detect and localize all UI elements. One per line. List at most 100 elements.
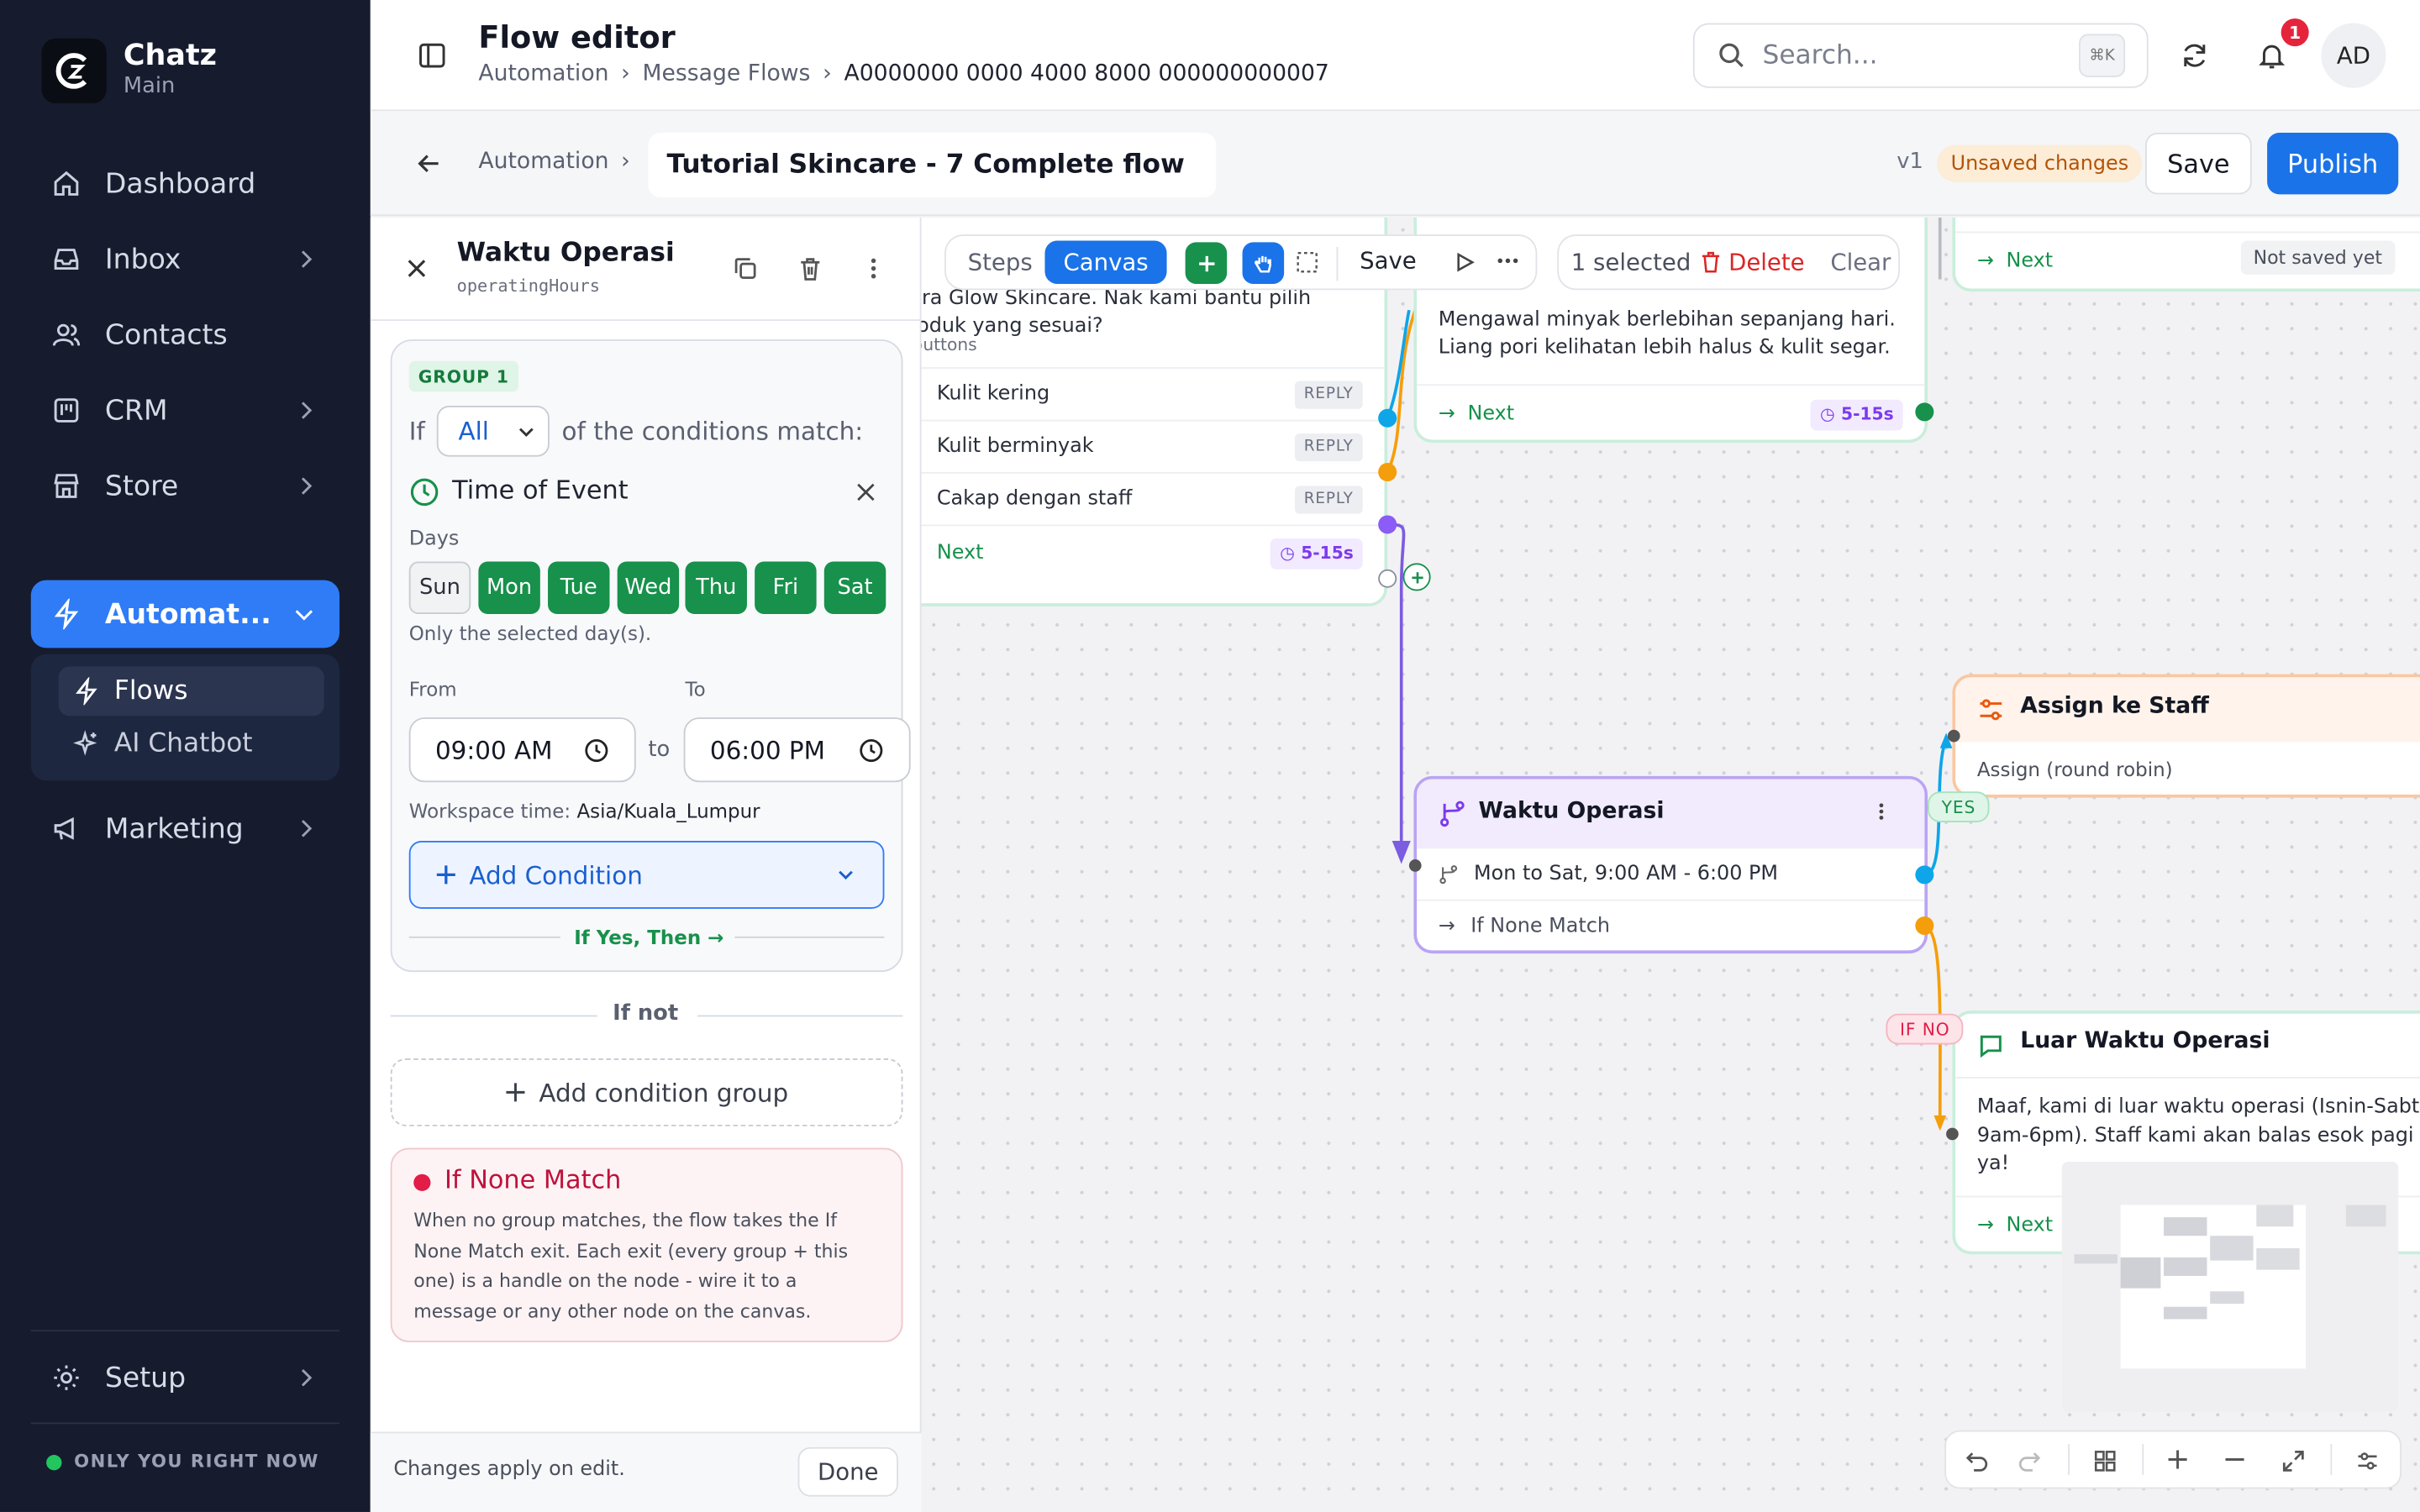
day-toggle-sat[interactable]: Sat — [823, 561, 886, 615]
assign-node[interactable]: Assign ke Staff Assign (round robin) — [1952, 674, 2420, 798]
hand-tool-icon[interactable] — [1242, 242, 1285, 284]
canvas-controls — [1944, 1430, 2402, 1489]
refresh-icon[interactable] — [2167, 28, 2223, 83]
auto-layout-icon[interactable] — [2093, 1449, 2118, 1473]
fit-view-icon[interactable] — [2281, 1449, 2306, 1473]
done-button[interactable]: Done — [797, 1446, 898, 1497]
selected-count: 1 selected — [1570, 248, 1691, 276]
input-handle[interactable] — [1408, 859, 1422, 872]
nav-inbox[interactable]: Inbox — [31, 225, 339, 293]
next-label: Next — [2006, 249, 2054, 274]
handle-dot[interactable] — [1378, 515, 1397, 534]
condition-row[interactable]: Mon to Sat, 9:00 AM - 6:00 PM — [1417, 847, 1925, 899]
nav-store[interactable]: Store — [31, 452, 339, 520]
zoom-in-icon[interactable] — [2167, 1449, 2189, 1471]
day-toggle-fri[interactable]: Fri — [755, 561, 817, 615]
edge-orange — [1386, 309, 1417, 473]
steps-tab[interactable]: Steps — [950, 241, 1051, 284]
handle-dot[interactable] — [1378, 463, 1397, 482]
back-arrow-icon[interactable] — [402, 136, 457, 192]
add-condition-group-button[interactable]: Add condition group — [390, 1058, 903, 1126]
condition-node-waktu-operasi[interactable]: Waktu Operasi Mon to Sat, 9:00 AM - 6:00… — [1413, 775, 1928, 954]
flow-name-input[interactable]: Tutorial Skincare - 7 Complete flow — [648, 132, 1217, 198]
button-option[interactable]: Cakap dengan staff REPLY — [921, 472, 1385, 524]
input-handle[interactable] — [1946, 1127, 1959, 1141]
save-button[interactable]: Save — [2145, 132, 2252, 195]
handle-dot[interactable] — [1915, 865, 1934, 885]
delete-button[interactable]: Delete — [1701, 249, 1805, 276]
next-row[interactable]: → Next ◷ 5-15s — [1417, 384, 1925, 439]
undo-icon[interactable] — [1965, 1449, 1989, 1473]
subnav-ai-chatbot[interactable]: AI Chatbot — [59, 719, 324, 769]
zoom-out-icon[interactable] — [2224, 1449, 2246, 1471]
clear-selection-button[interactable]: Clear — [1830, 249, 1891, 276]
next-row[interactable]: Next ◷ 5-15s — [921, 524, 1385, 580]
add-step-plus-icon[interactable] — [1402, 563, 1431, 591]
search-box[interactable]: ⌘K — [1692, 23, 2149, 88]
minimap[interactable] — [2061, 1162, 2399, 1412]
condition-title: Time of Event — [452, 475, 629, 505]
input-handle[interactable] — [1947, 729, 1960, 743]
delete-label: Delete — [1728, 248, 1805, 276]
nav-setup[interactable]: Setup — [31, 1344, 339, 1412]
to-word: to — [648, 737, 671, 763]
breadcrumb-automation[interactable]: Automation — [478, 150, 608, 174]
from-time-input[interactable]: 09:00 AM — [408, 717, 636, 783]
buttons-label: buttons — [922, 334, 977, 355]
notification-badge: 1 — [2281, 18, 2309, 47]
sidebar-toggle-icon[interactable] — [404, 28, 460, 83]
settings-sliders-icon[interactable] — [2355, 1449, 2380, 1473]
button-option[interactable]: Kulit berminyak REPLY — [921, 419, 1385, 472]
canvas-tab[interactable]: Canvas — [1044, 240, 1167, 284]
divider — [408, 936, 560, 938]
breadcrumb-automation[interactable]: Automation — [478, 61, 608, 86]
more-vertical-icon[interactable] — [1876, 801, 1886, 822]
reply-badge: REPLY — [1294, 433, 1363, 461]
breadcrumb-message-flows[interactable]: Message Flows — [643, 61, 811, 86]
canvas-save-button[interactable]: Save — [1360, 247, 1417, 275]
option-label: Kulit kering — [936, 382, 1050, 407]
handle-dot[interactable] — [1378, 569, 1397, 588]
app-name: Chatz — [123, 38, 217, 73]
close-icon[interactable] — [389, 241, 445, 297]
duplicate-icon[interactable] — [718, 241, 773, 297]
handle-dot[interactable] — [1915, 402, 1934, 422]
day-toggle-thu[interactable]: Thu — [685, 561, 747, 615]
day-toggle-sun[interactable]: Sun — [408, 561, 471, 615]
search-input[interactable] — [1762, 39, 2071, 71]
nav-dashboard[interactable]: Dashboard — [31, 150, 339, 218]
sliders-icon — [1977, 696, 2005, 723]
trash-icon[interactable] — [782, 241, 838, 297]
more-vertical-icon[interactable] — [846, 241, 902, 297]
nav-contacts[interactable]: Contacts — [31, 301, 339, 369]
nav-marketing[interactable]: Marketing — [31, 795, 339, 863]
chevron-down-icon — [517, 424, 535, 439]
publish-button[interactable]: Publish — [2267, 132, 2399, 195]
remove-condition-icon[interactable] — [838, 465, 893, 520]
to-time-input[interactable]: 06:00 PM — [683, 717, 911, 783]
day-toggle-wed[interactable]: Wed — [617, 561, 680, 615]
divider — [1955, 1077, 2420, 1079]
handle-dot[interactable] — [1915, 916, 1934, 936]
home-icon — [51, 168, 85, 199]
avatar[interactable]: AD — [2321, 23, 2386, 88]
add-group-label: Add condition group — [539, 1077, 789, 1107]
clock-icon — [583, 738, 609, 764]
nav-automation[interactable]: Automat... — [30, 580, 340, 648]
play-icon[interactable] — [1454, 251, 1476, 273]
nav-crm[interactable]: CRM — [31, 376, 339, 444]
subnav-flows[interactable]: Flows — [58, 666, 324, 717]
button-option[interactable]: Kulit kering REPLY — [921, 367, 1385, 419]
day-toggle-mon[interactable]: Mon — [478, 561, 540, 615]
add-node-button[interactable] — [1185, 242, 1228, 284]
match-select[interactable]: All — [436, 406, 550, 457]
handle-dot[interactable] — [1378, 408, 1397, 428]
day-toggle-tue[interactable]: Tue — [548, 561, 610, 615]
chatz-logo[interactable] — [41, 38, 107, 104]
none-match-row[interactable]: → If None Match — [1417, 899, 1925, 951]
more-horizontal-icon[interactable] — [1496, 250, 1520, 272]
flow-canvas[interactable]: ura Glow Skincare. Nak kami bantu pilih … — [921, 217, 2420, 1512]
add-condition-button[interactable]: Add Condition — [408, 841, 885, 909]
redo-icon[interactable] — [2018, 1449, 2042, 1473]
marquee-select-icon[interactable] — [1297, 251, 1318, 273]
